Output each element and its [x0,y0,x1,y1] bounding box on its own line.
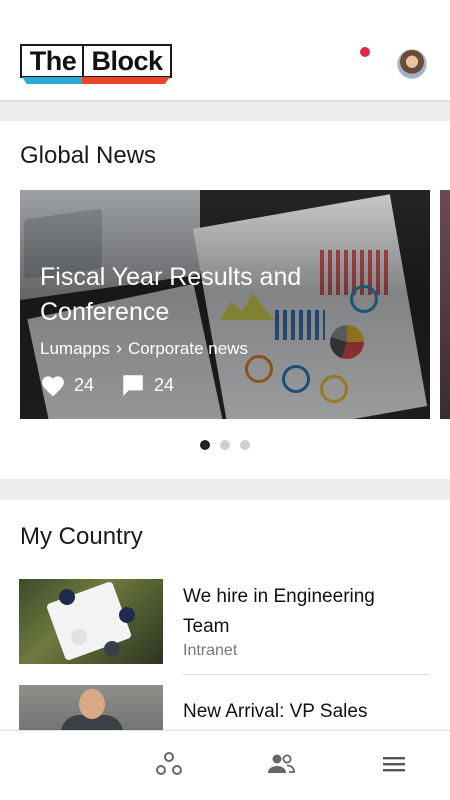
global-news-section: Global News Fiscal Year Results and Conf… [0,121,450,479]
header: The Block [0,0,450,100]
comment-count: 24 [154,374,175,395]
like-button[interactable]: 24 [40,373,94,397]
user-avatar[interactable] [397,49,427,79]
heart-icon [40,373,66,397]
card-stats: 24 24 [40,372,200,398]
item-title[interactable]: We hire in Engineering Team [183,582,423,642]
logo-bar-red [82,77,170,84]
logo-bar-cyan [22,77,82,84]
item-subtitle: Intranet [183,642,238,659]
people-icon [267,753,295,780]
pagination-dot-2[interactable] [220,440,230,450]
photo-person [119,607,135,623]
notification-dot[interactable] [360,47,370,57]
photo-face [79,689,105,719]
pagination-dot-1[interactable] [200,440,210,450]
pagination-dot-3[interactable] [240,440,250,450]
team-meeting-photo [19,579,163,664]
section-title-my-country: My Country [20,523,143,550]
app: The Block Global News Fiscal Year Result… [0,0,450,800]
comment-icon [120,372,146,398]
photo-person [59,589,75,605]
section-title-global-news: Global News [20,142,157,169]
bottom-navigation [0,730,450,800]
like-count: 24 [74,374,95,395]
nav-communities-button[interactable] [154,751,184,782]
divider [183,674,430,675]
item-title[interactable]: New Arrival: VP Sales [183,697,423,727]
card-source[interactable]: Lumapps [40,339,110,359]
next-card-peek[interactable] [440,190,450,419]
the-block-logo[interactable]: The Block [20,44,172,84]
news-card[interactable]: Fiscal Year Results and Conference Lumap… [20,190,430,419]
nav-menu-button[interactable] [379,753,409,779]
communities-icon [155,751,183,782]
logo-text-block: Block [91,46,163,76]
photo-person [71,629,87,645]
card-title[interactable]: Fiscal Year Results and Conference [40,260,340,330]
card-breadcrumb: Lumapps › Corporate news [40,338,248,359]
logo-box: The Block [20,44,172,78]
carousel-pagination [200,440,250,450]
logo-text-the: The [29,46,77,76]
menu-icon [381,754,407,779]
chevron-right-icon: › [115,338,122,358]
comment-button[interactable]: 24 [120,372,174,398]
nav-people-button[interactable] [266,753,296,779]
card-category[interactable]: Corporate news [128,339,248,359]
photo-person [104,641,120,657]
